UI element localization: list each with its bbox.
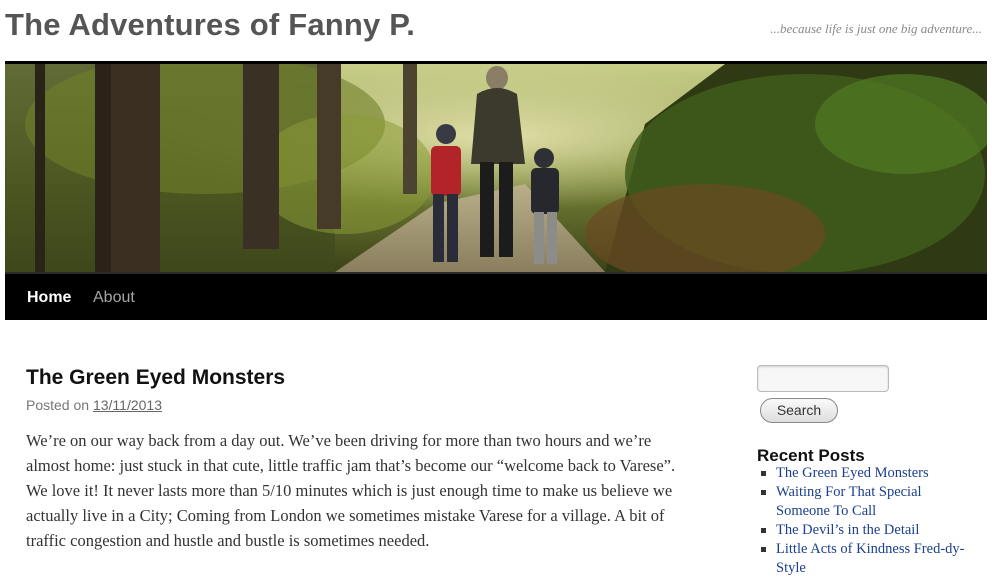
list-item: The Green Eyed Monsters <box>757 464 972 483</box>
site-title[interactable]: The Adventures of Fanny P. <box>5 6 415 44</box>
post-title[interactable]: The Green Eyed Monsters <box>26 365 285 391</box>
site-tagline: ...because life is just one big adventur… <box>770 21 982 36</box>
recent-posts-list: The Green Eyed Monsters Waiting For That… <box>757 464 972 578</box>
list-item: Little Acts of Kindness Fred-dy-Style <box>757 540 972 578</box>
list-item: The Devil’s in the Detail <box>757 521 972 540</box>
recent-posts-heading: Recent Posts <box>757 446 865 465</box>
recent-post-link[interactable]: Little Acts of Kindness Fred-dy-Style <box>776 541 964 576</box>
list-item: Waiting For That Special Someone To Call <box>757 483 972 521</box>
search-input[interactable] <box>757 365 889 392</box>
nav-item-home[interactable]: Home <box>27 288 71 308</box>
post-meta: Posted on 13/11/2013 <box>26 396 162 414</box>
post-body: We’re on our way back from a day out. We… <box>26 431 676 550</box>
nav-item-about[interactable]: About <box>93 288 135 308</box>
search-button[interactable]: Search <box>760 398 838 423</box>
main-navigation: Home About <box>5 272 987 320</box>
posted-on-label: Posted on <box>26 397 90 413</box>
post-date-link[interactable]: 13/11/2013 <box>93 397 162 413</box>
recent-post-link[interactable]: The Green Eyed Monsters <box>776 465 929 481</box>
header-banner-image <box>5 64 987 272</box>
recent-post-link[interactable]: The Devil’s in the Detail <box>776 522 919 538</box>
recent-post-link[interactable]: Waiting For That Special Someone To Call <box>776 484 922 519</box>
